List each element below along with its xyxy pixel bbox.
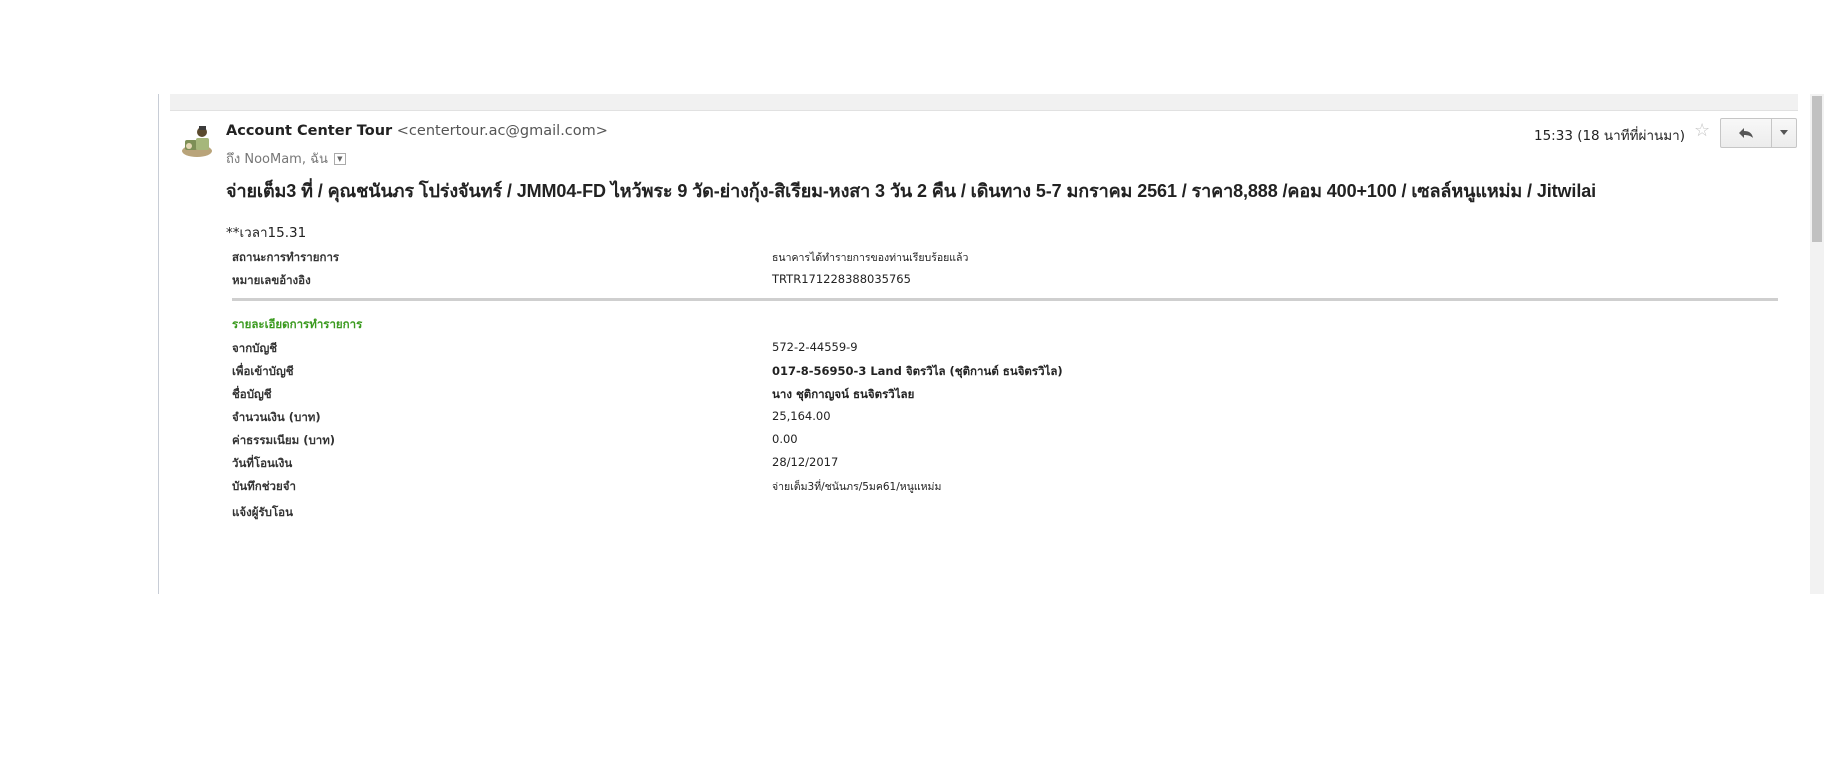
row-value: 572-2-44559-9 [772,340,858,354]
avatar-icon[interactable] [180,124,214,158]
row-label: เพื่อเข้าบัญชี [232,364,294,378]
thread-top-strip [170,94,1798,111]
row-label: ค่าธรรมเนียม (บาท) [232,433,336,447]
sender: Account Center Tour <centertour.ac@gmail… [226,123,608,139]
section-title: รายละเอียดการทำรายการ [232,317,363,331]
row-value: TRTR171228388035765 [772,272,911,286]
left-divider [158,94,159,594]
detail-row-fee: ค่าธรรมเนียม (บาท) 0.00 [232,432,1780,452]
row-value: 0.00 [772,432,798,446]
row-label: หมายเลขอ้างอิง [232,273,311,287]
row-value: 017-8-56950-3 Land จิตรวิไล (ชุติกานต์ ธ… [772,364,1063,378]
row-value: จ่ายเต็ม3ที่/ชนันภร/5มค61/หนูแหม่ม [772,481,942,493]
more-actions-button[interactable] [1771,118,1797,148]
reply-button[interactable] [1720,118,1772,148]
message-time: 15:33 (18 นาทีที่ผ่านมา) [1534,128,1686,144]
detail-row-to-account: เพื่อเข้าบัญชี 017-8-56950-3 Land จิตรวิ… [232,363,1780,383]
row-label: สถานะการทำรายการ [232,250,340,264]
scrollbar-thumb[interactable] [1812,96,1822,242]
chevron-down-icon [1780,130,1788,135]
recipients-line: ถึง NooMam, ฉัน ▼ [226,148,346,169]
detail-row-memo: บันทึกช่วยจำ จ่ายเต็ม3ที่/ชนันภร/5มค61/ห… [232,478,1780,498]
star-icon[interactable]: ☆ [1694,120,1710,141]
recipients: ถึง NooMam, ฉัน [226,152,328,167]
detail-row-reference: หมายเลขอ้างอิง TRTR171228388035765 [232,272,1780,292]
row-value: 28/12/2017 [772,455,839,469]
detail-row-transfer-date: วันที่โอนเงิน 28/12/2017 [232,455,1780,475]
row-label: ชื่อบัญชี [232,387,272,401]
email-view: Account Center Tour <centertour.ac@gmail… [158,94,1824,594]
row-label: วันที่โอนเงิน [232,456,293,470]
detail-row-notify-recipient: แจ้งผู้รับโอน [232,504,1780,524]
row-value: ธนาคารได้ทำรายการของท่านเรียบร้อยแล้ว [772,252,969,264]
detail-row-amount: จำนวนเงิน (บาท) 25,164.00 [232,409,1780,429]
body-note: **เวลา15.31 [226,225,307,241]
section-divider [232,298,1778,301]
recipients-details-dropdown-icon[interactable]: ▼ [333,152,346,165]
sender-name[interactable]: Account Center Tour [226,123,392,139]
row-value: 25,164.00 [772,409,831,423]
row-value: นาง ชุติกาญจน์ ธนจิตรวิไลย [772,387,915,401]
row-label: บันทึกช่วยจำ [232,479,296,493]
sender-email: <centertour.ac@gmail.com> [396,123,608,139]
detail-row-status: สถานะการทำรายการ ธนาคารได้ทำรายการของท่า… [232,249,1780,269]
row-label: จากบัญชี [232,341,278,355]
row-label: จำนวนเงิน (บาท) [232,410,321,424]
detail-row-from-account: จากบัญชี 572-2-44559-9 [232,340,1780,360]
row-label: แจ้งผู้รับโอน [232,505,293,519]
reply-icon [1739,128,1753,138]
email-subject: จ่ายเต็ม3 ที่ / คุณชนันภร โปร่งจันทร์ / … [226,181,1597,201]
detail-row-account-name: ชื่อบัญชี นาง ชุติกาญจน์ ธนจิตรวิไลย [232,386,1780,406]
